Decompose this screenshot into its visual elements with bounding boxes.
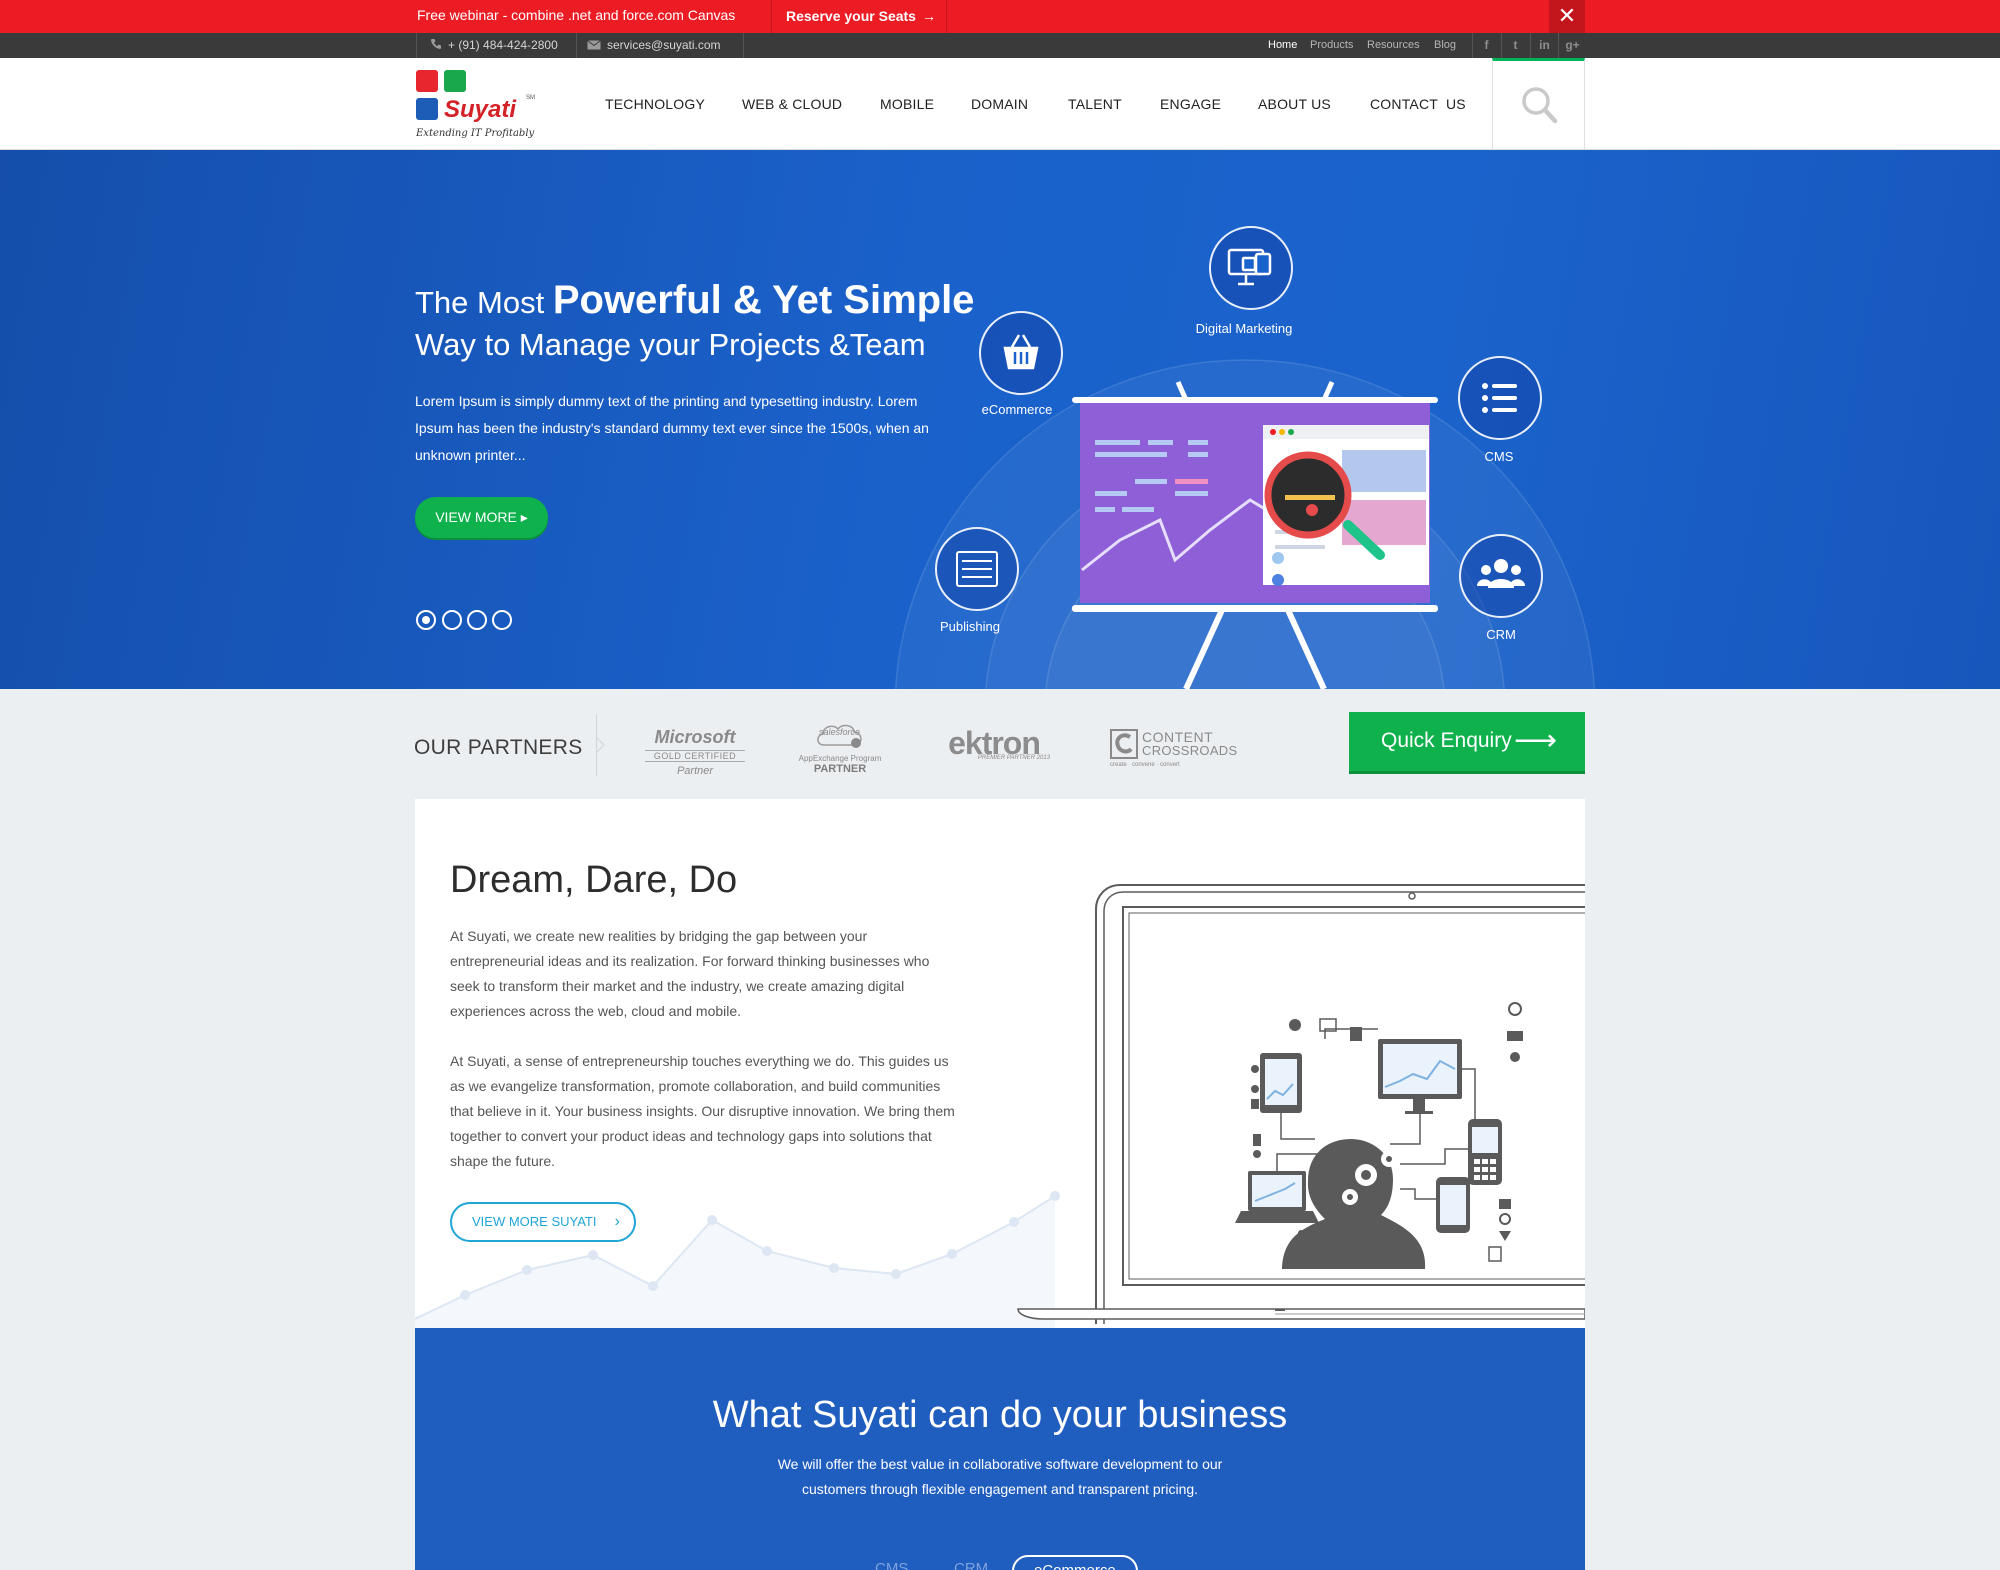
top-link-products[interactable]: Products [1310, 33, 1353, 58]
suyati-logo[interactable]: Suyati SM Extending IT Profitably [416, 70, 546, 144]
dream-paragraph-2: At Suyati, a sense of entrepreneurship t… [450, 1053, 955, 1169]
logo-servicemark: SM [526, 95, 535, 101]
content-crossroads-tagline: create · convene · convert [1110, 762, 1180, 768]
long-arrow-right-icon: ⟶ [1513, 724, 1557, 757]
view-more-label: VIEW MORE [435, 509, 517, 525]
tab-crm[interactable]: CRM [954, 1555, 988, 1570]
site-header: Suyati SM Extending IT Profitably TECHNO… [0, 58, 2000, 150]
close-icon: ✕ [1557, 3, 1577, 28]
nav-engage[interactable]: ENGAGE [1160, 58, 1221, 150]
nav-technology[interactable]: TECHNOLOGY [605, 58, 705, 150]
slide-dot-1[interactable] [416, 610, 436, 630]
what-title: What Suyati can do your business [712, 1394, 1288, 1436]
top-link-resources[interactable]: Resources [1367, 33, 1420, 58]
partners-divider [596, 714, 597, 776]
logo-square-blue [416, 98, 438, 120]
promo-text: Free webinar - combine .net and force.co… [417, 7, 736, 23]
what-paragraph: We will offer the best value in collabor… [415, 1452, 1585, 1502]
what-we-do-section: What Suyati can do your business We will… [415, 1328, 1585, 1570]
quick-enquiry-button[interactable]: Quick Enquiry ⟶ [1349, 712, 1585, 774]
close-promo-button[interactable]: ✕ [1549, 0, 1585, 33]
hero-banner: The Most Powerful & Yet Simple Way to Ma… [0, 150, 2000, 689]
hero-title-line1: The Most Powerful & Yet Simple [415, 278, 974, 323]
hero-paragraph: Lorem Ipsum is simply dummy text of the … [415, 393, 929, 463]
utility-bar: + (91) 484-424-2800 services@suyati.com … [0, 33, 2000, 58]
promo-divider [771, 0, 772, 33]
view-more-button[interactable]: VIEW MORE ▸ [415, 497, 548, 538]
nav-talent[interactable]: TALENT [1068, 58, 1122, 150]
nav-contact-us[interactable]: CONTACT US [1370, 58, 1466, 150]
search-button[interactable] [1492, 58, 1585, 150]
caret-right-icon: ▸ [520, 509, 528, 525]
content-crossroads-line2: CROSSROADS [1142, 743, 1238, 758]
partners-heading: OUR PARTNERS [414, 736, 583, 759]
slide-dot-2[interactable] [442, 610, 462, 630]
quick-enquiry-label: Quick Enquiry [1381, 729, 1512, 752]
hero-illustration [894, 226, 1596, 689]
top-link-blog[interactable]: Blog [1434, 33, 1456, 58]
logo-tagline: Extending IT Profitably [416, 128, 535, 139]
nav-mobile[interactable]: MOBILE [880, 58, 934, 150]
partners-strip: OUR PARTNERS Microsoft GOLD CERTIFIED Pa… [0, 689, 2000, 799]
mail-icon [587, 40, 601, 50]
logo-square-red [416, 70, 438, 92]
twitter-icon[interactable]: t [1501, 33, 1529, 58]
phone-contact[interactable]: + (91) 484-424-2800 [430, 33, 558, 58]
salesforce-appexchange: AppExchange Program [798, 754, 882, 763]
partner-logo-salesforce[interactable]: salesforce AppExchange Program PARTNER [795, 719, 885, 775]
content-crossroads-c-icon [1110, 729, 1138, 759]
list-icon [1482, 383, 1517, 413]
slide-dot-3[interactable] [467, 610, 487, 630]
email-address: services@suyati.com [607, 38, 721, 52]
linkedin-icon[interactable]: in [1530, 33, 1558, 58]
microsoft-gold-certified: GOLD CERTIFIED [645, 750, 745, 762]
search-icon [1522, 87, 1558, 124]
tab-ecommerce[interactable]: eCommerce [1012, 1555, 1138, 1570]
what-paragraph-text: We will offer the best value in collabor… [777, 1456, 1223, 1497]
promo-bar: Free webinar - combine .net and force.co… [0, 0, 2000, 33]
view-more-suyati-label: VIEW MORE SUYATI [472, 1214, 597, 1229]
phone-number: + (91) 484-424-2800 [448, 38, 558, 52]
service-label-cms[interactable]: CMS [1429, 449, 1569, 464]
phone-icon [431, 39, 441, 49]
service-label-crm[interactable]: CRM [1431, 627, 1571, 642]
arrow-right-icon: → [921, 8, 936, 24]
utility-divider [576, 33, 577, 58]
service-label-ecommerce[interactable]: eCommerce [947, 402, 1087, 417]
logo-wordmark: Suyati [444, 96, 517, 123]
hero-title-bold: Powerful & Yet Simple [552, 278, 975, 322]
reserve-seats-link[interactable]: Reserve your Seats → [786, 0, 936, 33]
slide-dot-4[interactable] [492, 610, 512, 630]
salesforce-wordmark: salesforce [819, 727, 861, 737]
service-label-publishing[interactable]: Publishing [900, 619, 1040, 634]
utility-divider [416, 33, 417, 58]
microsoft-partner: Partner [676, 765, 714, 777]
chevron-right-icon: › [614, 1213, 620, 1230]
google-plus-icon[interactable]: g+ [1558, 33, 1586, 58]
partner-logo-ektron[interactable]: ektron PREMIER PARTNER 2013 [934, 727, 1054, 761]
logo-square-green [444, 70, 466, 92]
hero-title-pre: The Most [415, 285, 553, 320]
view-more-suyati-button[interactable]: VIEW MORE SUYATI › [450, 1202, 636, 1242]
promo-divider [946, 0, 947, 33]
utility-divider [743, 33, 744, 58]
email-contact[interactable]: services@suyati.com [587, 33, 721, 58]
reserve-seats-label: Reserve your Seats [786, 8, 916, 24]
partner-logo-microsoft[interactable]: Microsoft GOLD CERTIFIED Partner [645, 727, 745, 777]
partners-pointer-icon [596, 737, 605, 753]
tab-cms[interactable]: CMS [875, 1555, 908, 1570]
nav-domain[interactable]: DOMAIN [971, 58, 1028, 150]
nav-web-cloud[interactable]: WEB & CLOUD [742, 58, 842, 150]
dream-title: Dream, Dare, Do [450, 859, 738, 901]
top-link-home[interactable]: Home [1268, 33, 1297, 58]
dream-paragraph-1: At Suyati, we create new realities by br… [450, 928, 930, 1019]
service-label-digital-marketing[interactable]: Digital Marketing [1174, 321, 1314, 336]
ektron-premier-partner: PREMIER PARTNER 2013 [977, 755, 1051, 761]
facebook-icon[interactable]: f [1472, 33, 1500, 58]
nav-about-us[interactable]: ABOUT US [1258, 58, 1331, 150]
hero-title-line2: Way to Manage your Projects &Team [415, 327, 926, 362]
salesforce-partner: PARTNER [813, 763, 867, 775]
microsoft-wordmark: Microsoft [654, 727, 736, 747]
dream-section: Dream, Dare, Do At Suyati, we create new… [415, 799, 1585, 1328]
